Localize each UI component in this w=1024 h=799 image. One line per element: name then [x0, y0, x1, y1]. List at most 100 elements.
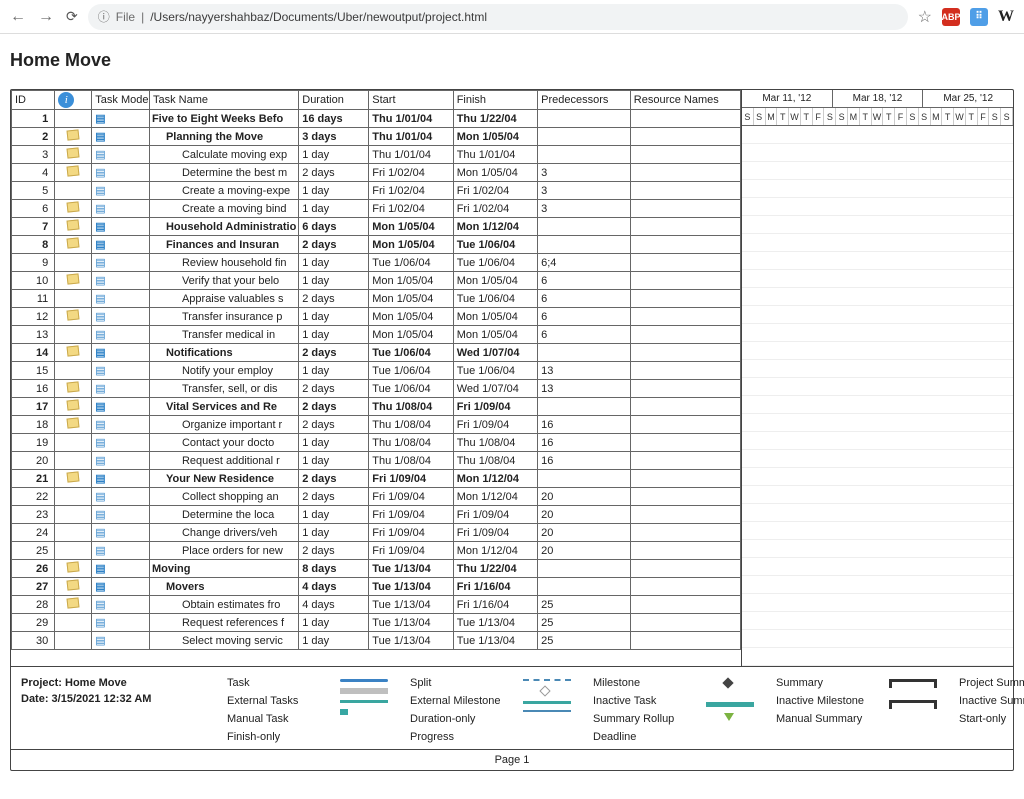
cell-info [55, 236, 92, 254]
cell-mode: ▤ [92, 416, 150, 434]
cell-duration: 2 days [299, 488, 369, 506]
timeline-day: F [895, 108, 907, 125]
table-row: 24▤Change drivers/veh1 dayFri 1/09/04Fri… [12, 524, 741, 542]
cell-duration: 2 days [299, 542, 369, 560]
cell-mode: ▤ [92, 614, 150, 632]
timeline-row [742, 504, 1013, 522]
cell-id: 30 [12, 632, 55, 650]
cell-id: 14 [12, 344, 55, 362]
cell-predecessors [538, 146, 631, 164]
cell-resource [630, 110, 740, 128]
cell-name: Movers [149, 578, 298, 596]
cell-id: 27 [12, 578, 55, 596]
timeline-day: S [919, 108, 931, 125]
auto-schedule-icon: ▤ [95, 347, 105, 359]
cell-id: 17 [12, 398, 55, 416]
auto-schedule-icon: ▤ [95, 527, 105, 539]
timeline-row [742, 162, 1013, 180]
cell-name: Vital Services and Re [149, 398, 298, 416]
timeline-row [742, 342, 1013, 360]
legend-label: Summary Rollup [593, 711, 698, 727]
col-info: i [55, 91, 92, 110]
reload-button[interactable]: ⟳ [66, 8, 78, 26]
note-icon [67, 597, 80, 608]
cell-mode: ▤ [92, 578, 150, 596]
cell-resource [630, 416, 740, 434]
auto-schedule-icon: ▤ [95, 563, 105, 575]
cell-start: Fri 1/09/04 [369, 488, 453, 506]
cell-finish: Tue 1/06/04 [453, 290, 537, 308]
cell-predecessors: 3 [538, 200, 631, 218]
cell-predecessors [538, 470, 631, 488]
cell-start: Thu 1/08/04 [369, 434, 453, 452]
back-button[interactable]: ← [10, 8, 26, 26]
wikipedia-extension-icon[interactable]: W [998, 8, 1014, 26]
timeline-row [742, 360, 1013, 378]
note-icon [67, 201, 80, 212]
cell-info [55, 164, 92, 182]
cell-predecessors: 6;4 [538, 254, 631, 272]
table-row: 1▤Five to Eight Weeks Befo16 daysThu 1/0… [12, 110, 741, 128]
legend-label: Inactive Summary [959, 693, 1024, 709]
cell-start: Mon 1/05/04 [369, 326, 453, 344]
timeline-day: T [883, 108, 895, 125]
timeline-row [742, 198, 1013, 216]
cell-predecessors: 6 [538, 326, 631, 344]
cell-duration: 1 day [299, 272, 369, 290]
cell-start: Thu 1/08/04 [369, 416, 453, 434]
cell-id: 5 [12, 182, 55, 200]
swatch-duration-only [523, 701, 571, 704]
table-row: 12▤Transfer insurance p1 dayMon 1/05/04M… [12, 308, 741, 326]
cell-start: Mon 1/05/04 [369, 290, 453, 308]
cell-info [55, 182, 92, 200]
cell-id: 15 [12, 362, 55, 380]
cell-id: 3 [12, 146, 55, 164]
cell-id: 28 [12, 596, 55, 614]
cell-start: Tue 1/06/04 [369, 362, 453, 380]
cell-finish: Fri 1/09/04 [453, 416, 537, 434]
cell-info [55, 542, 92, 560]
cell-name: Notifications [149, 344, 298, 362]
legend-label: Project Summary [959, 675, 1024, 691]
cell-mode: ▤ [92, 506, 150, 524]
cell-predecessors: 20 [538, 542, 631, 560]
auto-schedule-icon: ▤ [95, 221, 105, 233]
note-icon [67, 381, 80, 392]
cell-resource [630, 164, 740, 182]
table-row: 15▤Notify your employ1 dayTue 1/06/04Tue… [12, 362, 741, 380]
site-info-icon[interactable]: ⓘ [98, 8, 110, 25]
cell-mode: ▤ [92, 200, 150, 218]
cell-finish: Thu 1/22/04 [453, 110, 537, 128]
table-row: 4▤Determine the best m2 daysFri 1/02/04M… [12, 164, 741, 182]
cell-finish: Mon 1/05/04 [453, 308, 537, 326]
extension-icon[interactable]: ⠿ [970, 8, 988, 26]
auto-schedule-icon: ▤ [95, 239, 105, 251]
bookmark-star-icon[interactable]: ☆ [918, 7, 932, 27]
legend-date: Date: 3/15/2021 12:32 AM [21, 691, 221, 707]
forward-button[interactable]: → [38, 8, 54, 26]
abp-extension-icon[interactable]: ABP [942, 8, 960, 26]
cell-start: Tue 1/13/04 [369, 560, 453, 578]
cell-duration: 2 days [299, 380, 369, 398]
cell-start: Tue 1/06/04 [369, 380, 453, 398]
cell-info [55, 380, 92, 398]
note-icon [67, 345, 80, 356]
timeline-day: S [907, 108, 919, 125]
cell-mode: ▤ [92, 470, 150, 488]
timeline-row [742, 270, 1013, 288]
cell-resource [630, 362, 740, 380]
cell-duration: 1 day [299, 506, 369, 524]
legend: Project: Home Move Date: 3/15/2021 12:32… [11, 667, 1013, 749]
address-bar[interactable]: ⓘ File | /Users/nayyershahbaz/Documents/… [88, 4, 908, 30]
cell-info [55, 632, 92, 650]
page-title: Home Move [10, 50, 1014, 71]
note-icon [67, 237, 80, 248]
cell-info [55, 344, 92, 362]
cell-mode: ▤ [92, 398, 150, 416]
info-icon: i [58, 92, 74, 108]
cell-id: 18 [12, 416, 55, 434]
legend-label: Split [410, 675, 515, 691]
cell-start: Fri 1/02/04 [369, 164, 453, 182]
cell-resource [630, 146, 740, 164]
timeline-row [742, 558, 1013, 576]
